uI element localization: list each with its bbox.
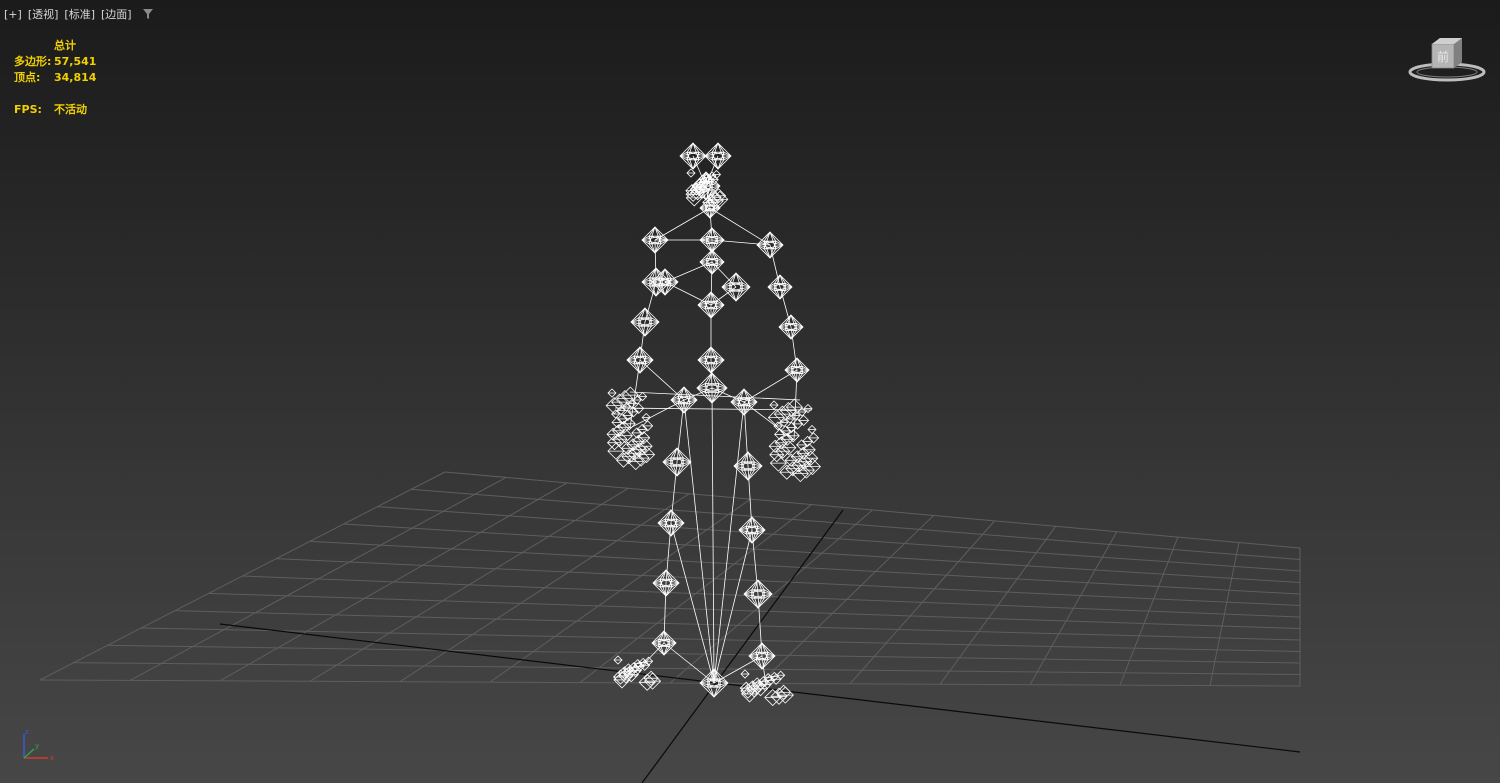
right-hand (767, 398, 821, 483)
viewport-plus-menu[interactable]: [+] (4, 8, 22, 21)
stats-header: 总计 (54, 39, 76, 52)
bone-link (683, 399, 715, 684)
bone-link (635, 642, 665, 673)
fps-label: FPS: (14, 103, 42, 116)
right-foot (739, 669, 794, 707)
axis-tripod-icon: z x y (23, 728, 54, 762)
fps-value: 不活动 (54, 103, 87, 116)
left-foot (612, 655, 662, 691)
vertices-label: 顶点: (14, 71, 41, 84)
axis-y-label: y (35, 742, 39, 750)
polygons-label: 多边形: (14, 55, 52, 68)
bone-link (769, 244, 781, 288)
bone-link (670, 522, 715, 684)
viewport-shading-menu[interactable]: [边面] (101, 6, 132, 22)
grid-line (1029, 531, 1118, 685)
grid-axis-x (219, 623, 1301, 753)
bone-link (654, 239, 657, 283)
viewport-view-menu[interactable]: [透视] (28, 6, 59, 22)
polygons-value: 57,541 (54, 55, 97, 68)
bone-link (710, 261, 713, 306)
biped-skeleton-wireframe[interactable] (605, 142, 821, 707)
perspective-viewport[interactable]: [+] [透视] [标准] [边面] 总计 多边形: 57,541 顶点: 34,8… (0, 0, 1500, 783)
grid-line (759, 515, 934, 684)
left-hand (605, 386, 656, 471)
grid-line (849, 520, 996, 685)
viewport-label-menu: [+] [透视] [标准] [边面] (4, 6, 154, 22)
viewport-standard-menu[interactable]: [标准] (64, 6, 95, 22)
bone-link (713, 401, 745, 684)
bone-link (709, 207, 771, 246)
viewport-statistics: 总计 多边形: 57,541 顶点: 34,814 FPS: 不活动 (14, 38, 96, 118)
bone-link (711, 387, 715, 684)
scene-canvas[interactable] (0, 0, 1500, 783)
viewcube-icon[interactable]: 前 (1406, 34, 1488, 86)
filter-icon[interactable] (142, 8, 154, 20)
axis-z-label: z (25, 728, 29, 736)
grid-line (39, 471, 446, 681)
vertices-value: 34,814 (54, 71, 97, 84)
viewcube-face-label[interactable]: 前 (1437, 49, 1449, 64)
axis-x-label: x (50, 754, 54, 762)
grid-line (579, 504, 812, 683)
